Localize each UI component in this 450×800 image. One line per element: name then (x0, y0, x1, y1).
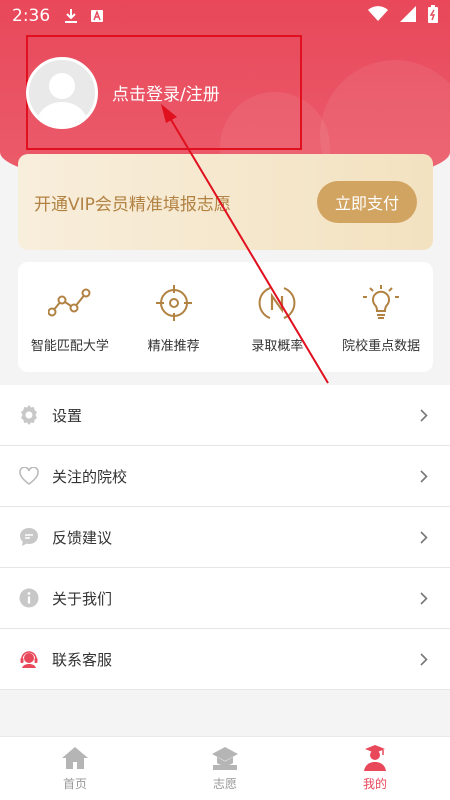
nav-tab-volunteer[interactable]: 志愿 (150, 737, 300, 800)
login-profile-area[interactable]: 点击登录/注册 (26, 35, 302, 150)
chevron-right-icon (418, 408, 430, 422)
menu-label: 关注的院校 (52, 467, 128, 486)
target-icon (152, 281, 196, 325)
feature-label: 录取概率 (251, 338, 304, 354)
settings-menu: 设置 关注的院校 反馈建议 关于我们 联系客服 (0, 385, 450, 690)
nav-label: 我的 (362, 777, 387, 791)
user-silhouette-icon (35, 72, 89, 126)
feature-label: 智能匹配大学 (30, 338, 109, 354)
graph-icon (47, 281, 92, 325)
wifi-icon (368, 6, 388, 26)
bottom-navigation: 首页 志愿 我的 (0, 736, 450, 800)
chat-icon (18, 526, 40, 548)
gear-icon (18, 404, 40, 426)
feature-label: 院校重点数据 (342, 338, 421, 354)
home-icon (61, 745, 89, 771)
feature-precise-recommend[interactable]: 精准推荐 (124, 281, 224, 354)
download-icon (64, 8, 78, 24)
menu-label: 设置 (52, 406, 83, 425)
feature-school-data[interactable]: 院校重点数据 (331, 281, 431, 354)
menu-item-customer-service[interactable]: 联系客服 (0, 629, 450, 690)
menu-item-about-us[interactable]: 关于我们 (0, 568, 450, 629)
info-icon (18, 587, 40, 609)
nav-label: 志愿 (212, 777, 237, 791)
headset-icon (18, 648, 40, 670)
chevron-right-icon (418, 530, 430, 544)
chevron-right-icon (418, 591, 430, 605)
chevron-right-icon (418, 469, 430, 483)
status-bar: 2:36 (0, 0, 450, 32)
status-time: 2:36 (12, 6, 51, 26)
feature-label: 精准推荐 (147, 338, 200, 354)
menu-item-settings[interactable]: 设置 (0, 385, 450, 446)
menu-item-feedback[interactable]: 反馈建议 (0, 507, 450, 568)
battery-icon (428, 5, 438, 27)
login-register-link[interactable]: 点击登录/注册 (112, 80, 220, 105)
pay-now-button[interactable]: 立即支付 (317, 181, 417, 223)
vip-promo-text: 开通VIP会员精准填报志愿 (34, 194, 231, 215)
menu-label: 关于我们 (52, 589, 113, 608)
menu-label: 联系客服 (52, 650, 113, 669)
signal-icon (400, 6, 416, 26)
user-icon (361, 745, 389, 771)
nav-tab-mine[interactable]: 我的 (300, 737, 450, 800)
avatar[interactable] (26, 56, 98, 129)
graduation-icon (211, 745, 239, 771)
menu-item-followed-schools[interactable]: 关注的院校 (0, 446, 450, 507)
nav-tab-home[interactable]: 首页 (0, 737, 150, 800)
feature-admission-probability[interactable]: 录取概率 (227, 281, 327, 354)
probability-icon (255, 281, 299, 325)
menu-label: 反馈建议 (52, 528, 113, 547)
chevron-right-icon (418, 652, 430, 666)
app-notification-icon (90, 9, 104, 23)
feature-smart-match[interactable]: 智能匹配大学 (20, 281, 120, 354)
vip-banner: 开通VIP会员精准填报志愿 立即支付 (18, 154, 433, 250)
heart-icon (18, 465, 40, 487)
feature-card: 智能匹配大学 精准推荐 录取概率 院校重点数据 (18, 262, 433, 372)
nav-label: 首页 (62, 777, 87, 791)
lightbulb-icon (359, 281, 403, 325)
